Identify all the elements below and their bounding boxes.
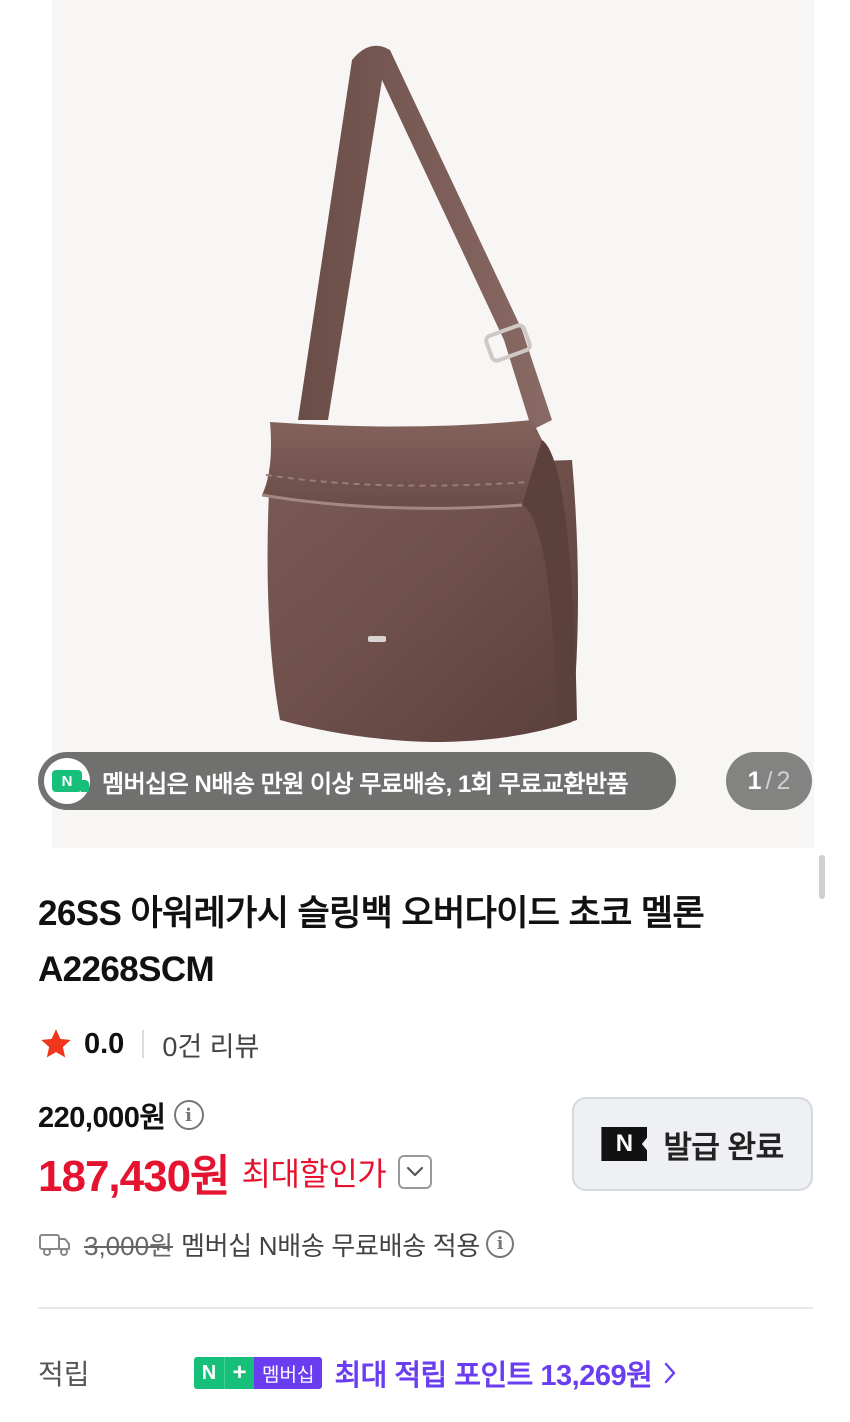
n-coupon-icon: N [601,1127,648,1161]
original-price-row: 220,000원 i [38,1094,204,1136]
original-price: 220,000원 [38,1102,166,1134]
delivery-truck-icon [39,1234,70,1256]
n-delivery-letter: N [52,770,89,792]
points-label: 적립 [38,1359,90,1390]
price-info-icon[interactable]: i [173,1100,204,1130]
rating-divider [142,1030,145,1058]
max-discount-label: 최대할인가 [241,1156,387,1192]
page-total: 2 [776,766,791,795]
sale-price: 187,430원 [38,1152,231,1201]
rating-row[interactable]: 0.0 0건 리뷰 [38,1022,259,1066]
n-delivery-truck-icon: N [44,758,90,804]
shipping-note: 멤버십 N배송 무료배송 적용 [180,1230,481,1261]
review-count-link[interactable]: 0건 리뷰 [162,1025,259,1064]
sale-price-row: 187,430원 최대할인가 [38,1144,433,1201]
membership-promo-banner[interactable]: N 멤버십은 N배송 만원 이상 무료배송, 1회 무료교환반품 [38,752,676,810]
coupon-label: 발급 완료 [663,1129,784,1165]
star-icon [41,1029,71,1058]
naver-plus-membership-badge: N + 멤버십 [194,1357,323,1389]
max-points-text[interactable]: 최대 적립 포인트 13,269원 [334,1352,652,1394]
product-photo[interactable] [52,0,814,848]
discount-detail-toggle[interactable] [398,1155,433,1189]
product-title: 26SS 아워레가시 슬링백 오버다이드 초코 멜론 A2268SCM [38,894,705,989]
badge-n: N [194,1357,224,1389]
shipping-info-icon[interactable]: i [486,1230,515,1258]
section-divider [38,1307,813,1309]
badge-plus: + [224,1357,254,1389]
page-separator: / [765,766,773,795]
coupon-issued-button[interactable]: N 발급 완료 [572,1097,813,1191]
product-image-gallery[interactable]: N 멤버십은 N배송 만원 이상 무료배송, 1회 무료교환반품 1 / 2 [0,0,850,848]
rating-score: 0.0 [84,1027,125,1060]
chevron-down-icon [407,1166,424,1177]
scrollbar-thumb[interactable] [819,855,825,899]
page-current: 1 [747,766,762,795]
badge-membership: 멤버십 [254,1357,323,1389]
points-row[interactable]: 적립 N + 멤버십 최대 적립 포인트 13,269원 [38,1350,813,1396]
chevron-right-icon[interactable] [660,1359,680,1387]
shipping-fee-original: 3,000원 [84,1230,173,1261]
shipping-row: 3,000원 멤버십 N배송 무료배송 적용 i [38,1222,515,1266]
promo-text: 멤버십은 N배송 만원 이상 무료배송, 1회 무료교환반품 [102,770,629,798]
image-page-counter: 1 / 2 [726,752,812,810]
